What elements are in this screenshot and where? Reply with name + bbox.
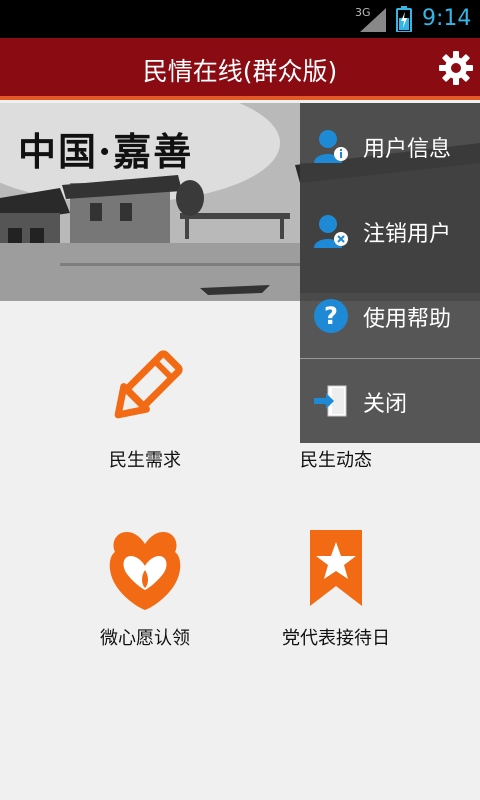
grid-item-label: 民生动态 (300, 450, 372, 471)
grid-item-micro-wish[interactable]: 微心愿认领 (45, 526, 245, 650)
menu-item-label: 用户信息 (363, 137, 452, 162)
star-bookmark-icon (310, 530, 362, 606)
status-bar: 3G 9:14 (0, 0, 480, 38)
user-info-icon (314, 130, 348, 163)
menu-item-help[interactable]: ? 使用帮助 (300, 273, 480, 358)
clock: 9:14 (422, 6, 472, 31)
grid-item-label: 微心愿认领 (100, 628, 190, 649)
settings-dropdown-menu: 用户信息 注销用户 ? 使用帮助 关闭 (300, 103, 480, 443)
grid-item-livelihood-needs[interactable]: 民生需求 (45, 348, 245, 472)
signal-icon (360, 8, 386, 32)
grid-item-party-rep-reception[interactable]: 党代表接待日 (236, 526, 436, 650)
pencil-icon (114, 350, 183, 419)
menu-item-label: 关闭 (363, 392, 408, 417)
exit-icon (314, 385, 347, 417)
svg-text:?: ? (324, 302, 338, 330)
user-logout-icon (314, 215, 348, 248)
battery-charging-icon (396, 6, 412, 32)
menu-item-label: 使用帮助 (363, 307, 452, 332)
menu-item-user-info[interactable]: 用户信息 (300, 103, 480, 188)
gear-icon[interactable] (438, 50, 474, 86)
grid-item-label: 党代表接待日 (282, 628, 390, 649)
help-icon: ? (314, 299, 348, 333)
banner-calligraphy: 中国·嘉善 (18, 129, 194, 174)
menu-item-close[interactable]: 关闭 (300, 358, 480, 443)
page-title: 民情在线(群众版) (142, 57, 338, 86)
menu-item-label: 注销用户 (363, 222, 452, 247)
menu-item-logout-user[interactable]: 注销用户 (300, 188, 480, 273)
app-header: 民情在线(群众版) (0, 38, 480, 100)
hearts-icon (109, 532, 181, 610)
grid-item-label: 民生需求 (109, 450, 181, 471)
